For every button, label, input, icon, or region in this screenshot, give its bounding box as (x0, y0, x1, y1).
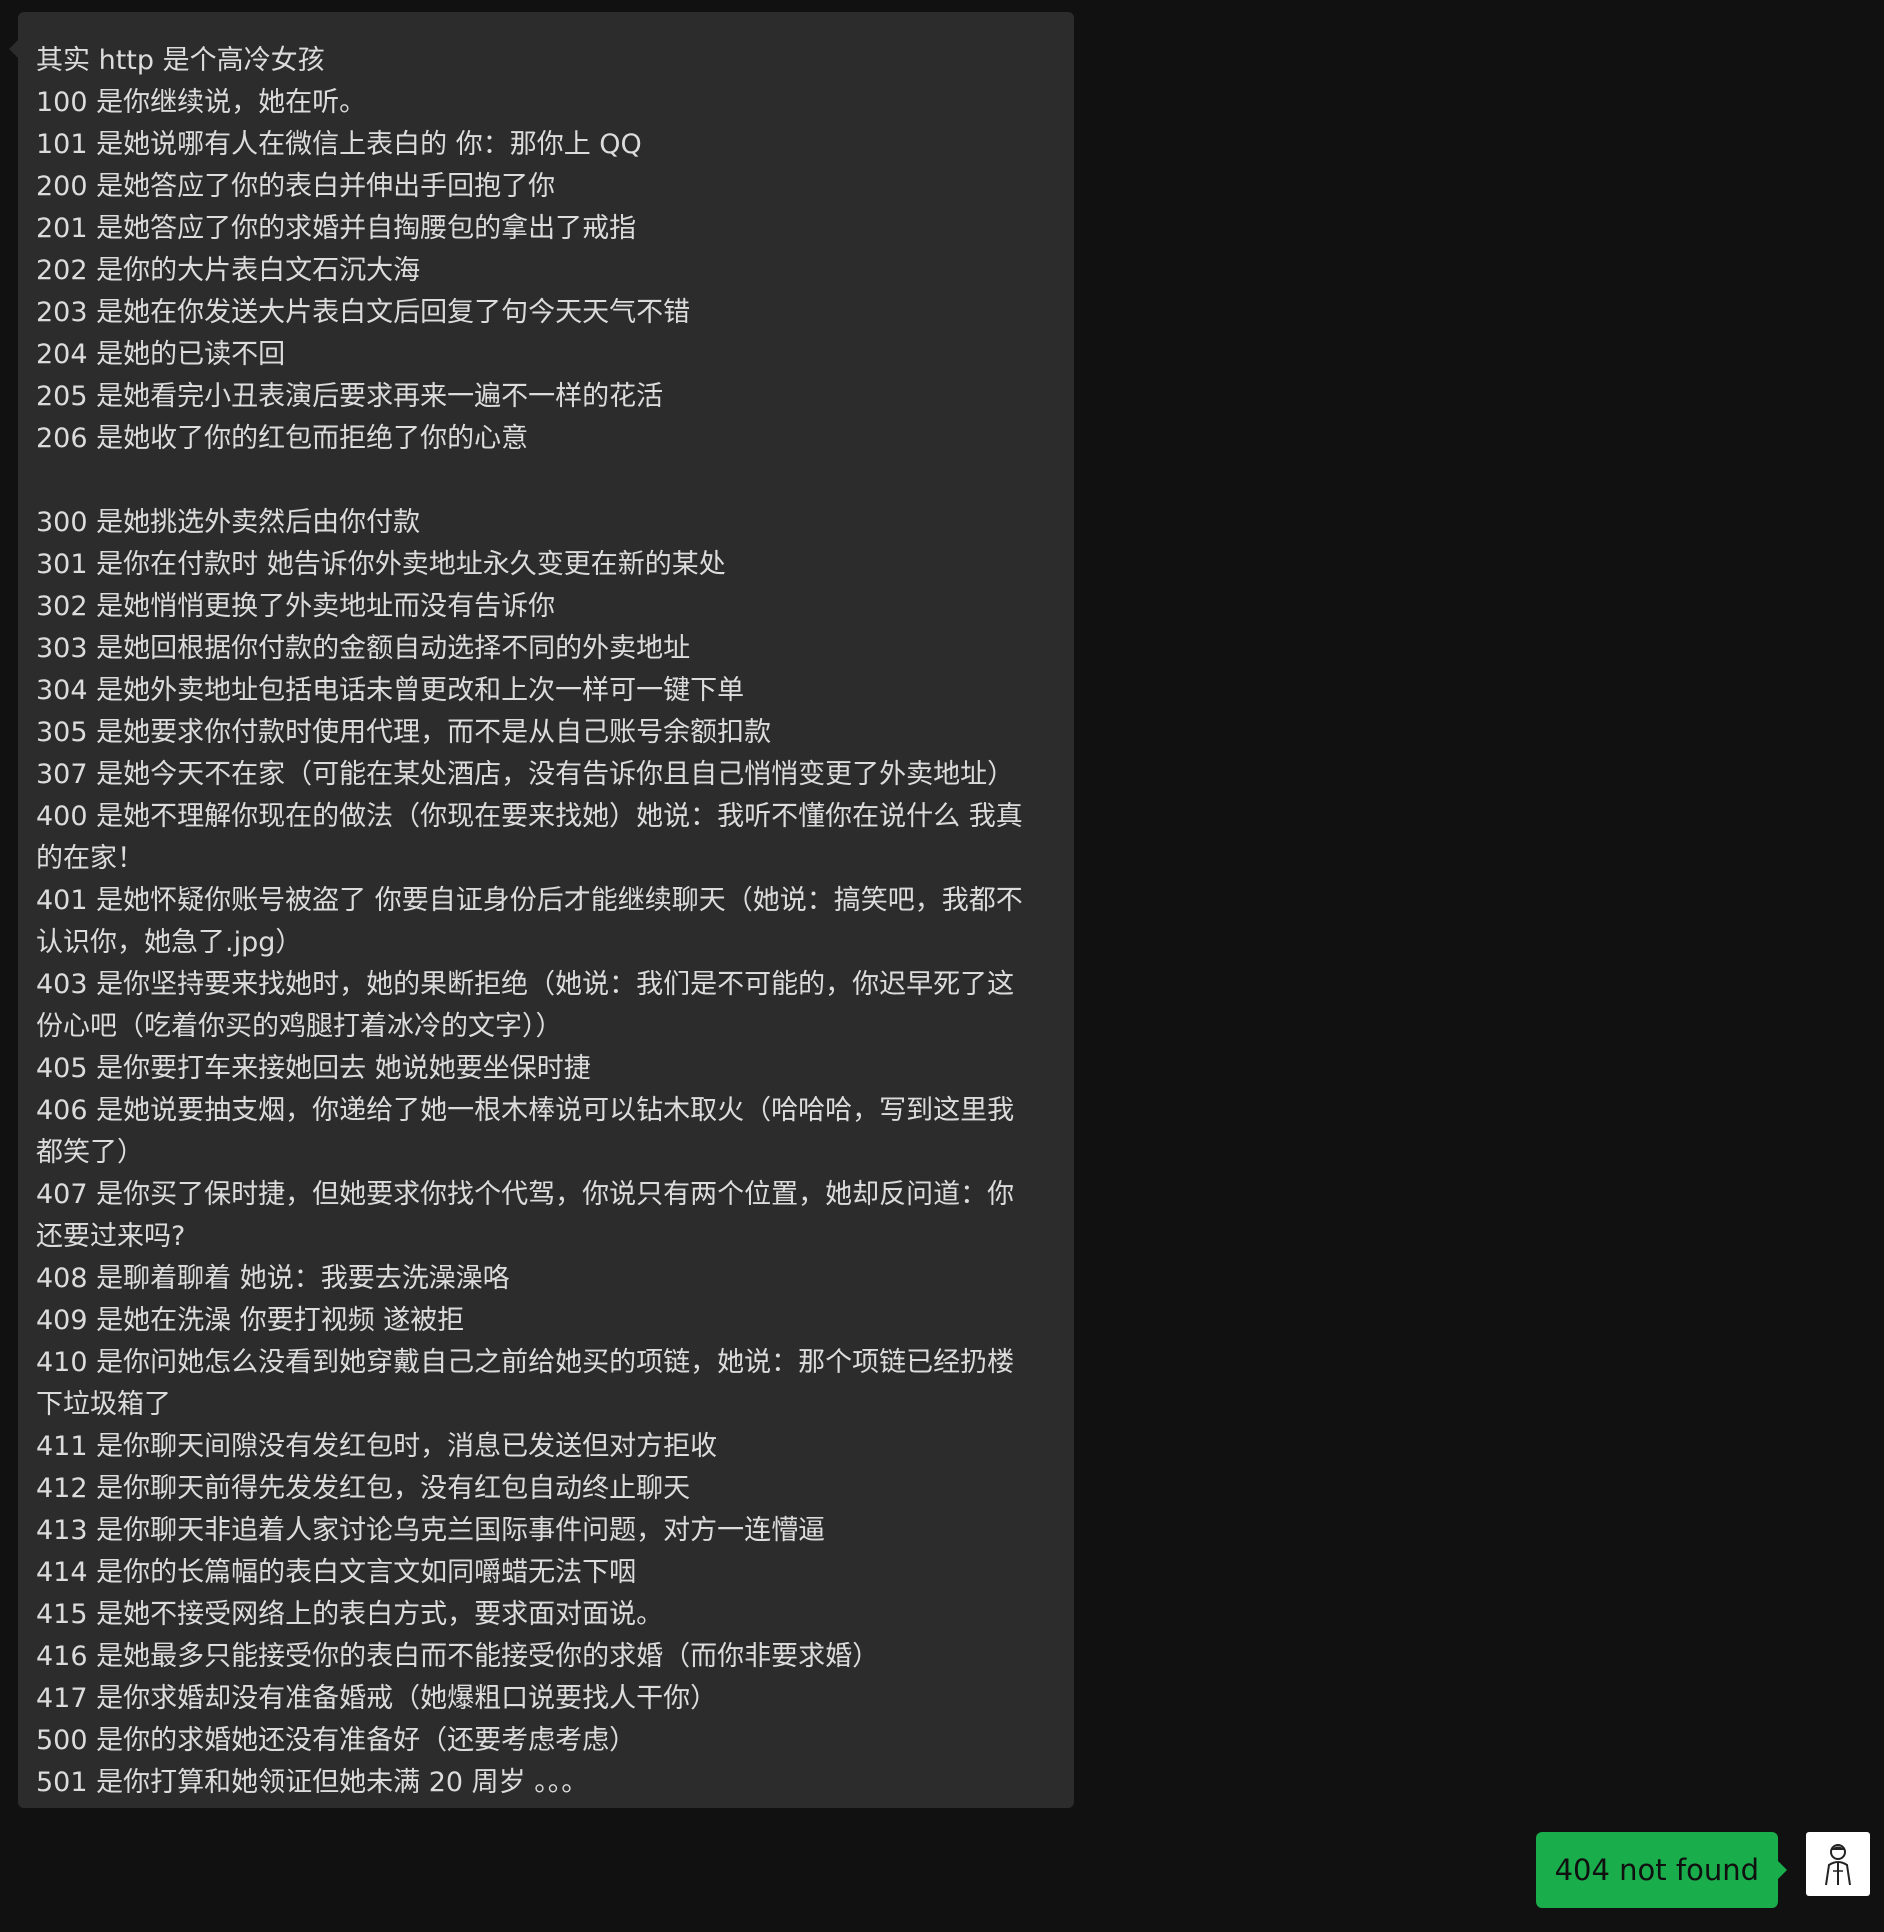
outgoing-message-row: 404 not found (1535, 1832, 1870, 1908)
message-line: 认识你，她急了.jpg） (36, 927, 303, 958)
message-line: 301 是你在付款时 她告诉你外卖地址永久变更在新的某处 (36, 549, 726, 580)
message-line: 200 是她答应了你的表白并伸出手回抱了你 (36, 171, 556, 202)
message-line: 101 是她说哪有人在微信上表白的 你：那你上 QQ (36, 129, 642, 160)
message-line: 408 是聊着聊着 她说：我要去洗澡澡咯 (36, 1263, 510, 1294)
message-line: 410 是你问她怎么没看到她穿戴自己之前给她买的项链，她说：那个项链已经扔楼 (36, 1347, 1015, 1378)
message-line: 201 是她答应了你的求婚并自掏腰包的拿出了戒指 (36, 213, 637, 244)
message-line: 415 是她不接受网络上的表白方式，要求面对面说。 (36, 1599, 664, 1630)
message-line: 413 是你聊天非追着人家讨论乌克兰国际事件问题，对方一连懵逼 (36, 1515, 826, 1546)
message-line: 206 是她收了你的红包而拒绝了你的心意 (36, 423, 529, 454)
message-line: 202 是你的大片表白文石沉大海 (36, 255, 421, 286)
message-line: 302 是她悄悄更换了外卖地址而没有告诉你 (36, 591, 556, 622)
chat-window: 其实 http 是个高冷女孩 100 是你继续说，她在听。 101 是她说哪有人在微… (0, 0, 1884, 1932)
message-line: 412 是你聊天前得先发发红包，没有红包自动终止聊天 (36, 1473, 691, 1504)
message-line: 都笑了） (36, 1137, 144, 1168)
message-line (36, 460, 1056, 502)
message-line: 204 是她的已读不回 (36, 339, 286, 370)
message-line: 500 是你的求婚她还没有准备好（还要考虑考虑） (36, 1725, 637, 1756)
message-line: 300 是她挑选外卖然后由你付款 (36, 507, 421, 538)
message-line: 份心吧（吃着你买的鸡腿打着冰冷的文字）） (36, 1011, 563, 1042)
message-line: 305 是她要求你付款时使用代理，而不是从自己账号余额扣款 (36, 717, 772, 748)
message-line: 303 是她回根据你付款的金额自动选择不同的外卖地址 (36, 633, 691, 664)
message-line: 400 是她不理解你现在的做法（你现在要来找她）她说：我听不懂你在说什么 我真 (36, 801, 1023, 832)
message-line: 307 是她今天不在家（可能在某处酒店，没有告诉你且自己悄悄变更了外卖地址） (36, 759, 1015, 790)
message-line: 501 是你打算和她领证但她未满 20 周岁 。。。 (36, 1767, 589, 1798)
message-line: 414 是你的长篇幅的表白文言文如同嚼蜡无法下咽 (36, 1557, 637, 1588)
outgoing-message-bubble[interactable]: 404 not found (1535, 1832, 1788, 1908)
message-line: 的在家！ (36, 843, 144, 874)
message-line: 下垃圾箱了 (36, 1389, 171, 1420)
message-line: 304 是她外卖地址包括电话未曾更改和上次一样可一键下单 (36, 675, 745, 706)
message-line: 还要过来吗? (36, 1221, 186, 1252)
message-line: 417 是你求婚却没有准备婚戒（她爆粗口说要找人干你） (36, 1683, 718, 1714)
message-line: 205 是她看完小丑表演后要求再来一遍不一样的花活 (36, 381, 664, 412)
user-avatar-icon[interactable] (1806, 1832, 1870, 1896)
message-line: 100 是你继续说，她在听。 (36, 87, 367, 118)
message-line: 409 是她在洗澡 你要打视频 遂被拒 (36, 1305, 465, 1336)
message-line: 203 是她在你发送大片表白文后回复了句今天天气不错 (36, 297, 691, 328)
incoming-message-bubble[interactable]: 其实 http 是个高冷女孩 100 是你继续说，她在听。 101 是她说哪有人在微… (9, 12, 1074, 1808)
message-line: 401 是她怀疑你账号被盗了 你要自证身份后才能继续聊天（她说：搞笑吧，我都不 (36, 885, 1023, 916)
message-line: 407 是你买了保时捷，但她要求你找个代驾，你说只有两个位置，她却反问道：你 (36, 1179, 1015, 1210)
message-line: 406 是她说要抽支烟，你递给了她一根木棒说可以钻木取火（哈哈哈，写到这里我 (36, 1095, 1015, 1126)
avatar-figure-icon (1825, 1844, 1851, 1886)
message-line: 403 是你坚持要来找她时，她的果断拒绝（她说：我们是不可能的，你迟早死了这 (36, 969, 1015, 1000)
message-line: 411 是你聊天间隙没有发红包时，消息已发送但对方拒收 (36, 1431, 718, 1462)
message-line: 405 是你要打车来接她回去 她说她要坐保时捷 (36, 1053, 591, 1084)
message-line: 其实 http 是个高冷女孩 (36, 45, 325, 76)
message-line: 416 是她最多只能接受你的表白而不能接受你的求婚（而你非要求婚） (36, 1641, 880, 1672)
